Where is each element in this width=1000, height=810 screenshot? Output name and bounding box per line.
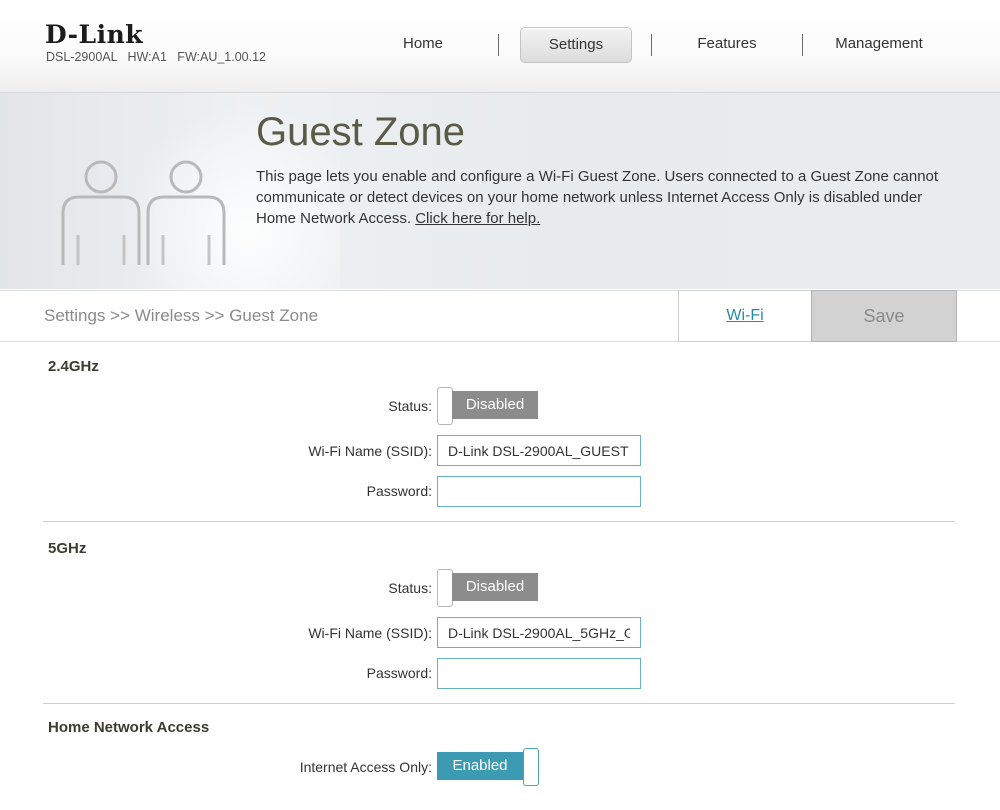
- section-divider: [43, 703, 955, 704]
- section-title-24ghz: 2.4GHz: [48, 358, 99, 375]
- ssid-input-24ghz[interactable]: [437, 435, 641, 466]
- status-label-5ghz: Status:: [388, 580, 432, 596]
- description-text: This page lets you enable and configure …: [256, 168, 939, 227]
- password-input-5ghz[interactable]: [437, 658, 641, 689]
- device-info: DSL-2900AL HW:A1 FW:AU_1.00.12: [46, 50, 267, 64]
- guest-users-icon: [61, 160, 226, 265]
- nav-separator: [802, 34, 803, 56]
- toggle-state-label: Enabled: [437, 752, 523, 780]
- toggle-knob: [437, 387, 453, 425]
- ssid-label-24ghz: Wi-Fi Name (SSID):: [308, 443, 432, 459]
- section-divider: [43, 521, 955, 522]
- nav-settings[interactable]: Settings: [520, 27, 632, 63]
- toggle-knob: [437, 569, 453, 607]
- section-title-5ghz: 5GHz: [48, 540, 87, 557]
- dlink-logo[interactable]: D-Link: [45, 20, 143, 49]
- breadcrumb: Settings >> Wireless >> Guest Zone: [44, 306, 319, 325]
- password-input-24ghz[interactable]: [437, 476, 641, 507]
- password-label-24ghz: Password:: [366, 483, 432, 499]
- nav-home[interactable]: Home: [372, 27, 474, 61]
- page-description: This page lets you enable and configure …: [256, 166, 966, 229]
- toggle-state-label: Disabled: [452, 391, 538, 419]
- page-title: Guest Zone: [256, 110, 466, 154]
- top-header: D-Link DSL-2900AL HW:A1 FW:AU_1.00.12 Ho…: [0, 0, 1000, 93]
- nav-separator: [498, 34, 499, 56]
- nav-management[interactable]: Management: [822, 27, 936, 61]
- nav-features[interactable]: Features: [674, 27, 780, 61]
- help-link[interactable]: Click here for help.: [415, 210, 540, 227]
- save-button[interactable]: Save: [811, 290, 957, 342]
- password-label-5ghz: Password:: [366, 665, 432, 681]
- ssid-input-5ghz[interactable]: [437, 617, 641, 648]
- ssid-label-5ghz: Wi-Fi Name (SSID):: [308, 625, 432, 641]
- toggle-knob: [523, 748, 539, 786]
- nav-separator: [651, 34, 652, 56]
- wifi-link[interactable]: Wi-Fi: [678, 290, 812, 342]
- breadcrumb-bar: Settings >> Wireless >> Guest Zone Wi-Fi…: [0, 290, 1000, 342]
- status-label-24ghz: Status:: [388, 398, 432, 414]
- internet-only-label: Internet Access Only:: [299, 759, 432, 775]
- toggle-state-label: Disabled: [452, 573, 538, 601]
- section-title-home-network: Home Network Access: [48, 719, 210, 736]
